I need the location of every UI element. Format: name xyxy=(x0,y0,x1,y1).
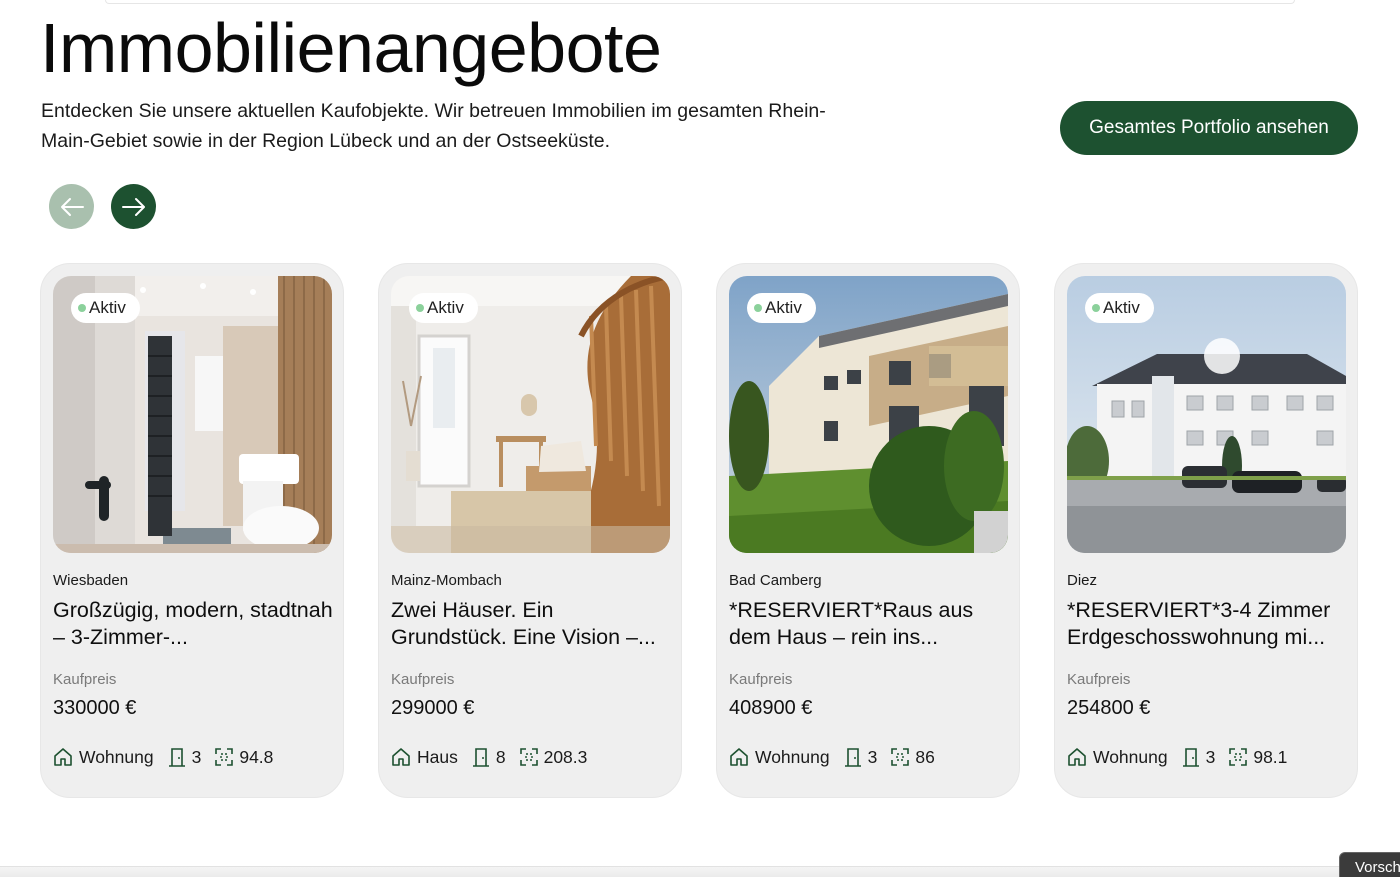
page-title: Immobilienangebote xyxy=(40,9,662,87)
feature-rooms: 3 xyxy=(1182,746,1216,768)
status-badge: Aktiv xyxy=(409,293,478,323)
listing-title[interactable]: *RESERVIERT*3-4 Zimmer Erdgeschosswohnun… xyxy=(1067,597,1347,651)
door-icon xyxy=(472,748,489,767)
status-dot xyxy=(1092,304,1100,312)
listing-features: Wohnung 3 94.8 xyxy=(53,746,287,768)
status-label: Aktiv xyxy=(765,298,802,317)
area-icon xyxy=(519,748,538,766)
door-icon xyxy=(1182,748,1199,767)
listing-title[interactable]: Zwei Häuser. Ein Grundstück. Eine Vision… xyxy=(391,597,671,651)
feature-area: 86 xyxy=(891,746,935,768)
feature-rooms-value: 8 xyxy=(495,746,506,767)
feature-rooms-value: 3 xyxy=(191,746,202,767)
feature-type-label: Wohnung xyxy=(79,746,154,767)
status-label: Aktiv xyxy=(427,298,464,317)
feature-rooms-value: 3 xyxy=(867,746,878,767)
area-icon xyxy=(1229,748,1248,766)
feature-type: Wohnung xyxy=(1067,747,1168,768)
price-label: Kaufpreis xyxy=(391,671,455,688)
carousel-next-button[interactable] xyxy=(111,184,156,229)
listing-price: 254800 € xyxy=(1067,697,1151,719)
listing-price: 408900 € xyxy=(729,697,813,719)
feature-area: 208.3 xyxy=(519,746,588,768)
feature-area: 94.8 xyxy=(215,747,273,768)
listing-card[interactable]: Aktiv Bad Camberg *RESERVIERT*Raus aus d… xyxy=(716,263,1020,798)
price-label: Kaufpreis xyxy=(53,671,117,688)
feature-rooms: 8 xyxy=(472,747,506,768)
listing-price: 330000 € xyxy=(53,697,137,719)
listing-card[interactable]: Aktiv Wiesbaden Großzügig, modern, stadt… xyxy=(40,263,344,798)
intro-text: Entdecken Sie unsere aktuellen Kaufobjek… xyxy=(41,100,826,152)
feature-type: Haus xyxy=(391,747,458,768)
listing-city: Bad Camberg xyxy=(729,572,822,589)
listing-card[interactable]: Aktiv Diez *RESERVIERT*3-4 Zimmer Erdges… xyxy=(1054,263,1358,798)
door-icon xyxy=(168,748,185,767)
listing-title[interactable]: *RESERVIERT*Raus aus dem Haus – rein ins… xyxy=(729,597,1009,651)
door-icon xyxy=(844,748,861,767)
feature-type: Wohnung xyxy=(53,747,154,768)
status-label: Aktiv xyxy=(1103,298,1140,317)
header-bar-edge xyxy=(105,0,1295,4)
status-badge: Aktiv xyxy=(747,293,816,323)
apartment-building-garden-photo: Aktiv xyxy=(729,276,1008,553)
area-icon xyxy=(215,748,234,766)
listing-features: Haus 8 208.3 xyxy=(391,746,601,768)
status-label: Aktiv xyxy=(89,298,126,317)
listing-city: Mainz-Mombach xyxy=(391,572,502,589)
house-icon xyxy=(54,748,72,766)
listing-carousel: Aktiv Wiesbaden Großzügig, modern, stadt… xyxy=(40,263,1360,799)
house-icon xyxy=(392,748,410,766)
feature-area-value: 94.8 xyxy=(239,746,274,767)
feature-rooms: 3 xyxy=(168,746,202,768)
feature-type: Wohnung xyxy=(729,747,830,768)
feature-area-value: 98.1 xyxy=(1253,746,1288,767)
white-apartment-house-photo: Aktiv xyxy=(1067,276,1346,553)
bathroom-photo: Aktiv xyxy=(53,276,332,553)
arrow-left-icon xyxy=(60,197,84,216)
house-icon xyxy=(730,748,748,766)
price-label: Kaufpreis xyxy=(729,671,793,688)
status-badge: Aktiv xyxy=(1085,293,1154,323)
preview-tab[interactable]: Vorsch xyxy=(1339,852,1400,877)
staircase-hallway-photo: Aktiv xyxy=(391,276,670,553)
feature-rooms-value: 3 xyxy=(1205,746,1216,767)
listing-features: Wohnung 3 98.1 xyxy=(1067,746,1301,768)
house-icon xyxy=(1068,748,1086,766)
feature-rooms: 3 xyxy=(844,746,878,768)
view-portfolio-button[interactable]: Gesamtes Portfolio ansehen xyxy=(1060,101,1358,155)
feature-area-value: 208.3 xyxy=(543,746,588,767)
listing-card[interactable]: Aktiv Mainz-Mombach Zwei Häuser. Ein Gru… xyxy=(378,263,682,798)
listing-city: Wiesbaden xyxy=(53,572,129,589)
listing-city: Diez xyxy=(1067,572,1098,589)
status-badge: Aktiv xyxy=(71,293,140,323)
feature-type-label: Haus xyxy=(417,746,458,767)
listing-features: Wohnung 3 86 xyxy=(729,746,949,768)
section-divider xyxy=(0,866,1400,877)
status-dot xyxy=(78,304,86,312)
area-icon xyxy=(891,748,910,766)
arrow-right-icon xyxy=(121,197,145,216)
listing-price: 299000 € xyxy=(391,697,475,719)
feature-type-label: Wohnung xyxy=(755,746,830,767)
price-label: Kaufpreis xyxy=(1067,671,1131,688)
feature-area-value: 86 xyxy=(915,746,935,767)
listing-title[interactable]: Großzügig, modern, stadtnah – 3-Zimmer-.… xyxy=(53,597,333,651)
feature-type-label: Wohnung xyxy=(1093,746,1168,767)
status-dot xyxy=(416,304,424,312)
feature-area: 98.1 xyxy=(1229,747,1287,768)
carousel-prev-button[interactable] xyxy=(49,184,94,229)
status-dot xyxy=(754,304,762,312)
